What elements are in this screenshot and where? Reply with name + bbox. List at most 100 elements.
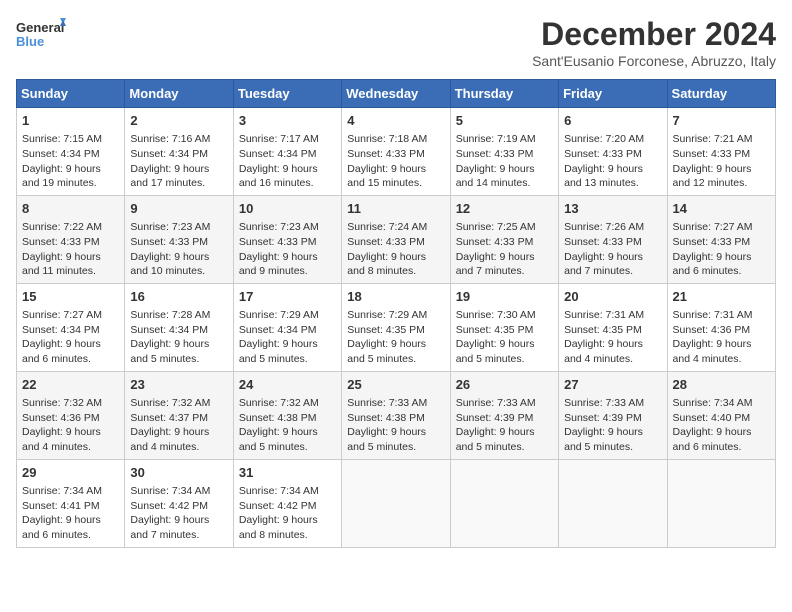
day-info: Sunrise: 7:29 AMSunset: 4:35 PMDaylight:… — [347, 308, 444, 367]
day-number: 18 — [347, 288, 444, 306]
calendar-cell: 30 Sunrise: 7:34 AMSunset: 4:42 PMDayligh… — [125, 459, 233, 547]
calendar-cell: 23 Sunrise: 7:32 AMSunset: 4:37 PMDayligh… — [125, 371, 233, 459]
day-info: Sunrise: 7:26 AMSunset: 4:33 PMDaylight:… — [564, 220, 661, 279]
week-row-2: 8 Sunrise: 7:22 AMSunset: 4:33 PMDaylight… — [17, 195, 776, 283]
day-number: 16 — [130, 288, 227, 306]
day-number: 6 — [564, 112, 661, 130]
day-info: Sunrise: 7:24 AMSunset: 4:33 PMDaylight:… — [347, 220, 444, 279]
calendar-cell: 18 Sunrise: 7:29 AMSunset: 4:35 PMDayligh… — [342, 283, 450, 371]
day-info: Sunrise: 7:22 AMSunset: 4:33 PMDaylight:… — [22, 220, 119, 279]
calendar-cell: 12Sunrise: 7:25 AMSunset: 4:33 PMDayligh… — [450, 195, 558, 283]
calendar-cell: 2 Sunrise: 7:16 AMSunset: 4:34 PMDaylight… — [125, 108, 233, 196]
day-number: 24 — [239, 376, 336, 394]
week-row-1: 1Sunrise: 7:15 AMSunset: 4:34 PMDaylight… — [17, 108, 776, 196]
week-row-3: 15 Sunrise: 7:27 AMSunset: 4:34 PMDayligh… — [17, 283, 776, 371]
day-number: 23 — [130, 376, 227, 394]
calendar-cell: 24 Sunrise: 7:32 AMSunset: 4:38 PMDayligh… — [233, 371, 341, 459]
calendar-cell: 17 Sunrise: 7:29 AMSunset: 4:34 PMDayligh… — [233, 283, 341, 371]
header-sunday: Sunday — [17, 80, 125, 108]
day-number: 19 — [456, 288, 553, 306]
day-number: 26 — [456, 376, 553, 394]
week-row-5: 29 Sunrise: 7:34 AMSunset: 4:41 PMDayligh… — [17, 459, 776, 547]
day-info: Sunrise: 7:16 AMSunset: 4:34 PMDaylight:… — [130, 132, 227, 191]
calendar-cell: 16 Sunrise: 7:28 AMSunset: 4:34 PMDayligh… — [125, 283, 233, 371]
day-info: Sunrise: 7:21 AMSunset: 4:33 PMDaylight:… — [673, 132, 770, 191]
calendar-cell — [559, 459, 667, 547]
day-info: Sunrise: 7:34 AMSunset: 4:40 PMDaylight:… — [673, 396, 770, 455]
calendar-cell: 28 Sunrise: 7:34 AMSunset: 4:40 PMDayligh… — [667, 371, 775, 459]
day-number: 21 — [673, 288, 770, 306]
day-number: 3 — [239, 112, 336, 130]
day-number: 8 — [22, 200, 119, 218]
day-info: Sunrise: 7:33 AMSunset: 4:39 PMDaylight:… — [456, 396, 553, 455]
calendar-cell: 8 Sunrise: 7:22 AMSunset: 4:33 PMDaylight… — [17, 195, 125, 283]
calendar-cell: 22 Sunrise: 7:32 AMSunset: 4:36 PMDayligh… — [17, 371, 125, 459]
calendar-cell: 5Sunrise: 7:19 AMSunset: 4:33 PMDaylight… — [450, 108, 558, 196]
calendar-cell: 25Sunrise: 7:33 AMSunset: 4:38 PMDayligh… — [342, 371, 450, 459]
calendar-cell — [450, 459, 558, 547]
calendar-cell: 11 Sunrise: 7:24 AMSunset: 4:33 PMDayligh… — [342, 195, 450, 283]
day-number: 20 — [564, 288, 661, 306]
page-subtitle: Sant'Eusanio Forconese, Abruzzo, Italy — [532, 53, 776, 69]
day-number: 15 — [22, 288, 119, 306]
day-number: 31 — [239, 464, 336, 482]
day-number: 10 — [239, 200, 336, 218]
day-number: 22 — [22, 376, 119, 394]
day-info: Sunrise: 7:27 AMSunset: 4:34 PMDaylight:… — [22, 308, 119, 367]
title-block: December 2024 Sant'Eusanio Forconese, Ab… — [532, 16, 776, 69]
day-number: 14 — [673, 200, 770, 218]
day-number: 13 — [564, 200, 661, 218]
day-number: 11 — [347, 200, 444, 218]
header-friday: Friday — [559, 80, 667, 108]
day-number: 28 — [673, 376, 770, 394]
day-info: Sunrise: 7:31 AMSunset: 4:35 PMDaylight:… — [564, 308, 661, 367]
day-info: Sunrise: 7:18 AMSunset: 4:33 PMDaylight:… — [347, 132, 444, 191]
day-info: Sunrise: 7:33 AMSunset: 4:39 PMDaylight:… — [564, 396, 661, 455]
calendar-cell: 19Sunrise: 7:30 AMSunset: 4:35 PMDayligh… — [450, 283, 558, 371]
day-number: 29 — [22, 464, 119, 482]
day-info: Sunrise: 7:32 AMSunset: 4:38 PMDaylight:… — [239, 396, 336, 455]
day-info: Sunrise: 7:20 AMSunset: 4:33 PMDaylight:… — [564, 132, 661, 191]
calendar-cell: 14Sunrise: 7:27 AMSunset: 4:33 PMDayligh… — [667, 195, 775, 283]
header-thursday: Thursday — [450, 80, 558, 108]
day-number: 17 — [239, 288, 336, 306]
logo: General Blue — [16, 16, 66, 58]
calendar-cell — [667, 459, 775, 547]
header-saturday: Saturday — [667, 80, 775, 108]
calendar-cell: 3Sunrise: 7:17 AMSunset: 4:34 PMDaylight… — [233, 108, 341, 196]
day-number: 4 — [347, 112, 444, 130]
page-title: December 2024 — [532, 16, 776, 53]
header-monday: Monday — [125, 80, 233, 108]
calendar-cell: 7 Sunrise: 7:21 AMSunset: 4:33 PMDaylight… — [667, 108, 775, 196]
calendar-header-row: SundayMondayTuesdayWednesdayThursdayFrid… — [17, 80, 776, 108]
calendar-cell — [342, 459, 450, 547]
day-info: Sunrise: 7:23 AMSunset: 4:33 PMDaylight:… — [239, 220, 336, 279]
calendar-cell: 9Sunrise: 7:23 AMSunset: 4:33 PMDaylight… — [125, 195, 233, 283]
day-info: Sunrise: 7:34 AMSunset: 4:41 PMDaylight:… — [22, 484, 119, 543]
calendar-cell: 10 Sunrise: 7:23 AMSunset: 4:33 PMDayligh… — [233, 195, 341, 283]
day-info: Sunrise: 7:15 AMSunset: 4:34 PMDaylight:… — [22, 132, 119, 191]
calendar-cell: 21 Sunrise: 7:31 AMSunset: 4:36 PMDayligh… — [667, 283, 775, 371]
day-info: Sunrise: 7:29 AMSunset: 4:34 PMDaylight:… — [239, 308, 336, 367]
day-info: Sunrise: 7:19 AMSunset: 4:33 PMDaylight:… — [456, 132, 553, 191]
day-info: Sunrise: 7:34 AMSunset: 4:42 PMDaylight:… — [239, 484, 336, 543]
day-number: 2 — [130, 112, 227, 130]
day-info: Sunrise: 7:31 AMSunset: 4:36 PMDaylight:… — [673, 308, 770, 367]
calendar-cell: 29 Sunrise: 7:34 AMSunset: 4:41 PMDayligh… — [17, 459, 125, 547]
calendar-cell: 6 Sunrise: 7:20 AMSunset: 4:33 PMDaylight… — [559, 108, 667, 196]
day-number: 7 — [673, 112, 770, 130]
day-info: Sunrise: 7:34 AMSunset: 4:42 PMDaylight:… — [130, 484, 227, 543]
day-info: Sunrise: 7:25 AMSunset: 4:33 PMDaylight:… — [456, 220, 553, 279]
day-info: Sunrise: 7:28 AMSunset: 4:34 PMDaylight:… — [130, 308, 227, 367]
calendar-cell: 31 Sunrise: 7:34 AMSunset: 4:42 PMDayligh… — [233, 459, 341, 547]
day-number: 27 — [564, 376, 661, 394]
day-info: Sunrise: 7:23 AMSunset: 4:33 PMDaylight:… — [130, 220, 227, 279]
day-number: 30 — [130, 464, 227, 482]
day-info: Sunrise: 7:33 AMSunset: 4:38 PMDaylight:… — [347, 396, 444, 455]
calendar-cell: 1Sunrise: 7:15 AMSunset: 4:34 PMDaylight… — [17, 108, 125, 196]
day-info: Sunrise: 7:32 AMSunset: 4:36 PMDaylight:… — [22, 396, 119, 455]
header-tuesday: Tuesday — [233, 80, 341, 108]
calendar-cell: 4 Sunrise: 7:18 AMSunset: 4:33 PMDaylight… — [342, 108, 450, 196]
day-info: Sunrise: 7:32 AMSunset: 4:37 PMDaylight:… — [130, 396, 227, 455]
svg-text:Blue: Blue — [16, 34, 44, 49]
